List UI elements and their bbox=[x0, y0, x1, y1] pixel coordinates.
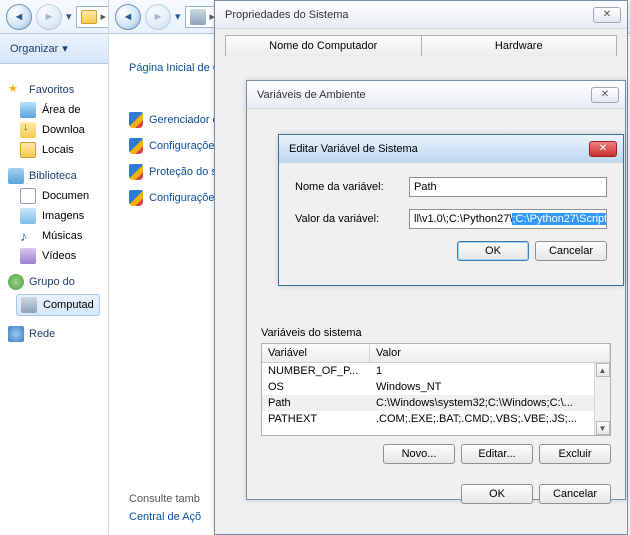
chevron-down-icon[interactable]: ▾ bbox=[175, 10, 181, 23]
edit-button[interactable]: Editar... bbox=[461, 444, 533, 464]
sidebar-item-desktop[interactable]: Área de bbox=[20, 102, 100, 118]
new-button[interactable]: Novo... bbox=[383, 444, 455, 464]
back-button[interactable]: ◄ bbox=[115, 4, 141, 30]
computer-icon bbox=[190, 9, 206, 25]
ok-button[interactable]: OK bbox=[461, 484, 533, 504]
shield-icon bbox=[129, 138, 143, 154]
shield-icon bbox=[129, 190, 143, 206]
shield-icon bbox=[129, 112, 143, 128]
network-icon bbox=[8, 326, 24, 342]
scroll-up-icon[interactable]: ▲ bbox=[596, 363, 610, 377]
cancel-button[interactable]: Cancelar bbox=[535, 241, 607, 261]
dialog-title: Editar Variável de Sistema bbox=[289, 143, 418, 155]
cancel-button[interactable]: Cancelar bbox=[539, 484, 611, 504]
organize-button[interactable]: Organizar ▾ bbox=[10, 42, 68, 55]
sidebar-network[interactable]: Rede bbox=[8, 326, 100, 342]
forward-button: ► bbox=[36, 4, 62, 30]
sidebar-homegroup[interactable]: Grupo do bbox=[8, 274, 100, 290]
video-icon bbox=[20, 248, 36, 264]
download-icon bbox=[20, 122, 36, 138]
col-variable[interactable]: Variável bbox=[262, 344, 370, 362]
desktop-icon bbox=[20, 102, 36, 118]
document-icon bbox=[20, 188, 36, 204]
ok-button[interactable]: OK bbox=[457, 241, 529, 261]
var-value-input[interactable]: ll\v1.0\;C:\Python27\;C:\Python27\Script… bbox=[409, 209, 607, 229]
sidebar-item-documents[interactable]: Documen bbox=[20, 188, 100, 204]
sidebar-favorites[interactable]: ★Favoritos bbox=[8, 82, 100, 98]
dialog-titlebar: Variáveis de Ambiente ✕ bbox=[247, 81, 625, 109]
chevron-right-icon: ▸ bbox=[101, 10, 107, 23]
col-value[interactable]: Valor bbox=[370, 344, 610, 362]
sidebar-item-downloads[interactable]: Downloa bbox=[20, 122, 100, 138]
dialog-title: Variáveis de Ambiente bbox=[257, 89, 366, 101]
tab-computer-name[interactable]: Nome do Computador bbox=[225, 35, 421, 56]
folder-icon bbox=[81, 10, 97, 24]
forward-button: ► bbox=[145, 4, 171, 30]
computer-icon bbox=[21, 297, 37, 313]
shield-icon bbox=[129, 164, 143, 180]
selected-text: ;C:\Python27\Scripts bbox=[512, 213, 607, 225]
cp-footer: Consulte tamb Central de Açõ bbox=[129, 493, 201, 523]
delete-button[interactable]: Excluir bbox=[539, 444, 611, 464]
sidebar-item-music[interactable]: Músicas bbox=[20, 228, 100, 244]
back-button[interactable]: ◄ bbox=[6, 4, 32, 30]
tab-hardware[interactable]: Hardware bbox=[421, 35, 618, 56]
scroll-down-icon[interactable]: ▼ bbox=[596, 421, 610, 435]
edit-variable-dialog: Editar Variável de Sistema ✕ Nome da var… bbox=[278, 134, 624, 286]
list-row[interactable]: NUMBER_OF_P...1 bbox=[262, 363, 610, 379]
tabs: Nome do Computador Hardware bbox=[225, 35, 617, 56]
system-vars-list[interactable]: Variável Valor NUMBER_OF_P...1 OSWindows… bbox=[261, 343, 611, 436]
sidebar-item-places[interactable]: Locais bbox=[20, 142, 100, 158]
sidebar-item-computer[interactable]: Computad bbox=[16, 294, 100, 316]
close-button[interactable]: ✕ bbox=[591, 87, 619, 103]
organize-label: Organizar bbox=[10, 43, 58, 55]
list-header: Variável Valor bbox=[262, 344, 610, 363]
sidebar-item-videos[interactable]: Vídeos bbox=[20, 248, 100, 264]
music-icon bbox=[20, 228, 36, 244]
star-icon: ★ bbox=[8, 82, 24, 98]
group-icon bbox=[8, 274, 24, 290]
dialog-title: Propriedades do Sistema bbox=[225, 9, 349, 21]
close-button[interactable]: ✕ bbox=[593, 7, 621, 23]
libraries-icon bbox=[8, 168, 24, 184]
dialog-titlebar: Propriedades do Sistema ✕ bbox=[215, 1, 627, 29]
list-row[interactable]: PATHEXT.COM;.EXE;.BAT;.CMD;.VBS;.VBE;.JS… bbox=[262, 411, 610, 427]
folder-icon bbox=[20, 142, 36, 158]
explorer-sidebar: ★Favoritos Área de Downloa Locais Biblio… bbox=[0, 64, 104, 535]
list-row[interactable]: PathC:\Windows\system32;C:\Windows;C:\..… bbox=[262, 395, 610, 411]
sidebar-libraries[interactable]: Biblioteca bbox=[8, 168, 100, 184]
close-button[interactable]: ✕ bbox=[589, 141, 617, 157]
cp-action-center-link[interactable]: Central de Açõ bbox=[129, 511, 201, 523]
var-value-label: Valor da variável: bbox=[295, 213, 399, 225]
cp-see-also: Consulte tamb bbox=[129, 493, 201, 505]
var-name-label: Nome da variável: bbox=[295, 181, 399, 193]
scrollbar[interactable]: ▲ ▼ bbox=[594, 363, 610, 435]
var-name-input[interactable] bbox=[409, 177, 607, 197]
dialog-titlebar: Editar Variável de Sistema ✕ bbox=[279, 135, 623, 163]
image-icon bbox=[20, 208, 36, 224]
chevron-down-icon[interactable]: ▾ bbox=[66, 10, 72, 23]
system-vars-label: Variáveis do sistema bbox=[261, 327, 611, 339]
list-row[interactable]: OSWindows_NT bbox=[262, 379, 610, 395]
sidebar-item-images[interactable]: Imagens bbox=[20, 208, 100, 224]
chevron-down-icon: ▾ bbox=[62, 42, 68, 55]
